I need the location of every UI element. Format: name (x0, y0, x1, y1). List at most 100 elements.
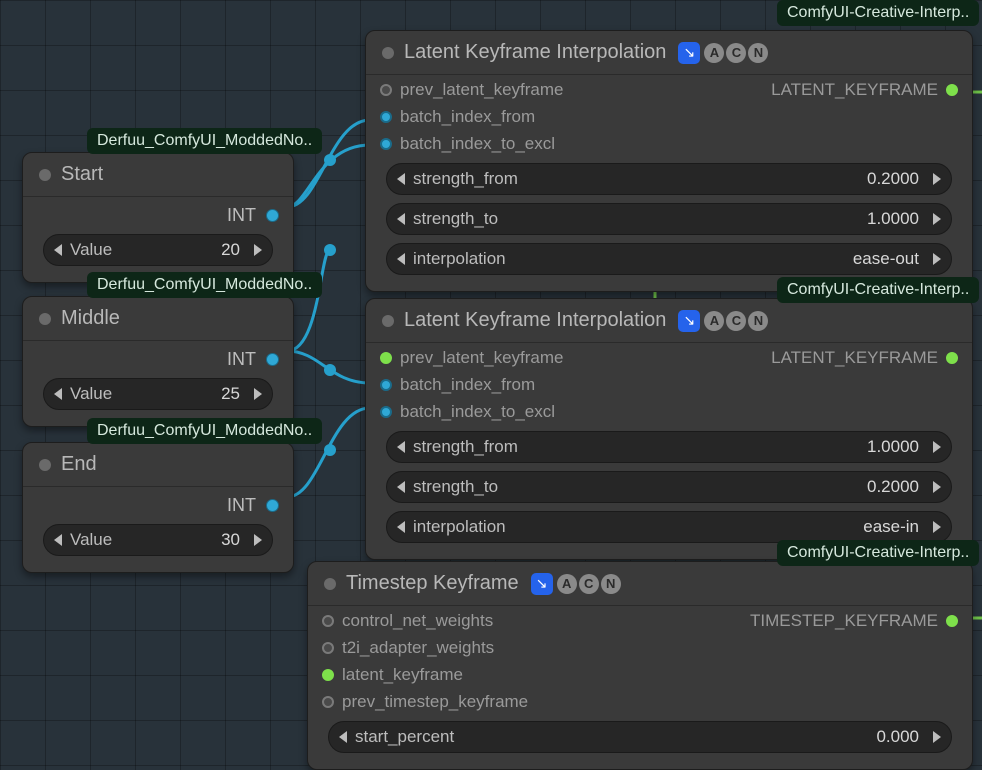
increase-arrow-icon[interactable] (933, 521, 941, 533)
decrease-arrow-icon[interactable] (54, 534, 62, 546)
port-icon[interactable] (380, 111, 392, 123)
decrease-arrow-icon[interactable] (397, 173, 405, 185)
node-title[interactable]: Timestep Keyframe ↘ A C N (308, 562, 972, 603)
widget-value[interactable]: 0.000 (454, 727, 925, 747)
node-title[interactable]: Start (23, 153, 293, 194)
output-slot-int[interactable]: INT (23, 199, 293, 228)
strength-from-widget[interactable]: strength_from 0.2000 (386, 163, 952, 195)
acn-badge: A C N (557, 574, 621, 594)
increase-arrow-icon[interactable] (254, 534, 262, 546)
acn-badge: A C N (704, 43, 768, 63)
input-prev-timestep-keyframe[interactable]: prev_timestep_keyframe (322, 692, 528, 712)
port-icon[interactable] (946, 352, 958, 364)
widget-value[interactable]: 0.2000 (498, 477, 925, 497)
node-latent-keyframe-interpolation-2[interactable]: Latent Keyframe Interpolation ↘ A C N pr… (365, 298, 973, 560)
port-icon[interactable] (380, 352, 392, 364)
widget-label: start_percent (355, 727, 454, 747)
output-timestep-keyframe[interactable]: TIMESTEP_KEYFRAME (750, 611, 958, 631)
interpolation-widget[interactable]: interpolation ease-out (386, 243, 952, 275)
output-latent-keyframe[interactable]: LATENT_KEYFRAME (771, 80, 958, 100)
port-icon[interactable] (322, 615, 334, 627)
port-icon[interactable] (380, 406, 392, 418)
decrease-arrow-icon[interactable] (397, 253, 405, 265)
collapse-dot-icon[interactable] (39, 459, 51, 471)
node-title[interactable]: Middle (23, 297, 293, 338)
collapse-dot-icon[interactable] (39, 313, 51, 325)
node-title-text: Timestep Keyframe (346, 572, 519, 595)
decrease-arrow-icon[interactable] (339, 731, 347, 743)
widget-value[interactable]: 1.0000 (518, 437, 925, 457)
acn-badge: A C N (704, 311, 768, 331)
collapse-dot-icon[interactable] (382, 315, 394, 327)
widget-value[interactable]: 25 (112, 384, 246, 404)
widget-value[interactable]: 20 (112, 240, 246, 260)
output-slot-int[interactable]: INT (23, 343, 293, 372)
strength-to-widget[interactable]: strength_to 0.2000 (386, 471, 952, 503)
node-source-tag: ComfyUI-Creative-Interp.. (777, 540, 979, 566)
collapse-dot-icon[interactable] (382, 47, 394, 59)
port-icon[interactable] (380, 379, 392, 391)
increase-arrow-icon[interactable] (933, 213, 941, 225)
increase-arrow-icon[interactable] (933, 441, 941, 453)
value-widget[interactable]: Value 30 (43, 524, 273, 556)
node-middle[interactable]: Middle INT Value 25 (22, 296, 294, 427)
collapse-dot-icon[interactable] (324, 578, 336, 590)
port-icon[interactable] (380, 138, 392, 150)
increase-arrow-icon[interactable] (933, 481, 941, 493)
strength-to-widget[interactable]: strength_to 1.0000 (386, 203, 952, 235)
port-icon[interactable] (322, 642, 334, 654)
decrease-arrow-icon[interactable] (397, 481, 405, 493)
node-start[interactable]: Start INT Value 20 (22, 152, 294, 283)
port-icon[interactable] (266, 353, 279, 366)
input-batch-index-to-excl[interactable]: batch_index_to_excl (380, 402, 563, 422)
input-control-net-weights[interactable]: control_net_weights (322, 611, 528, 631)
port-icon[interactable] (322, 696, 334, 708)
node-title[interactable]: Latent Keyframe Interpolation ↘ A C N (366, 31, 972, 72)
port-icon[interactable] (266, 499, 279, 512)
value-widget[interactable]: Value 25 (43, 378, 273, 410)
port-icon[interactable] (266, 209, 279, 222)
input-batch-index-from[interactable]: batch_index_from (380, 375, 563, 395)
interpolation-widget[interactable]: interpolation ease-in (386, 511, 952, 543)
increase-arrow-icon[interactable] (254, 244, 262, 256)
input-t2i-adapter-weights[interactable]: t2i_adapter_weights (322, 638, 528, 658)
node-title[interactable]: End (23, 443, 293, 484)
node-source-tag: ComfyUI-Creative-Interp.. (777, 277, 979, 303)
output-label: INT (227, 349, 256, 370)
increase-arrow-icon[interactable] (254, 388, 262, 400)
port-icon[interactable] (946, 615, 958, 627)
widget-label: strength_to (413, 209, 498, 229)
input-latent-keyframe[interactable]: latent_keyframe (322, 665, 528, 685)
decrease-arrow-icon[interactable] (397, 213, 405, 225)
node-end[interactable]: End INT Value 30 (22, 442, 294, 573)
decrease-arrow-icon[interactable] (397, 441, 405, 453)
output-latent-keyframe[interactable]: LATENT_KEYFRAME (771, 348, 958, 368)
node-title[interactable]: Latent Keyframe Interpolation ↘ A C N (366, 299, 972, 340)
node-latent-keyframe-interpolation-1[interactable]: Latent Keyframe Interpolation ↘ A C N pr… (365, 30, 973, 292)
widget-value[interactable]: 0.2000 (518, 169, 925, 189)
port-icon[interactable] (946, 84, 958, 96)
input-batch-index-from[interactable]: batch_index_from (380, 107, 563, 127)
port-icon[interactable] (322, 669, 334, 681)
port-icon[interactable] (380, 84, 392, 96)
node-title-text: Start (61, 163, 103, 186)
widget-value[interactable]: ease-out (506, 249, 925, 269)
value-widget[interactable]: Value 20 (43, 234, 273, 266)
decrease-arrow-icon[interactable] (397, 521, 405, 533)
decrease-arrow-icon[interactable] (54, 244, 62, 256)
start-percent-widget[interactable]: start_percent 0.000 (328, 721, 952, 753)
input-prev-latent-keyframe[interactable]: prev_latent_keyframe (380, 80, 563, 100)
input-batch-index-to-excl[interactable]: batch_index_to_excl (380, 134, 563, 154)
decrease-arrow-icon[interactable] (54, 388, 62, 400)
node-timestep-keyframe[interactable]: Timestep Keyframe ↘ A C N control_net_we… (307, 561, 973, 770)
widget-value[interactable]: 30 (112, 530, 246, 550)
increase-arrow-icon[interactable] (933, 173, 941, 185)
widget-value[interactable]: ease-in (506, 517, 925, 537)
input-prev-latent-keyframe[interactable]: prev_latent_keyframe (380, 348, 563, 368)
widget-value[interactable]: 1.0000 (498, 209, 925, 229)
collapse-dot-icon[interactable] (39, 169, 51, 181)
output-slot-int[interactable]: INT (23, 489, 293, 518)
increase-arrow-icon[interactable] (933, 731, 941, 743)
strength-from-widget[interactable]: strength_from 1.0000 (386, 431, 952, 463)
increase-arrow-icon[interactable] (933, 253, 941, 265)
